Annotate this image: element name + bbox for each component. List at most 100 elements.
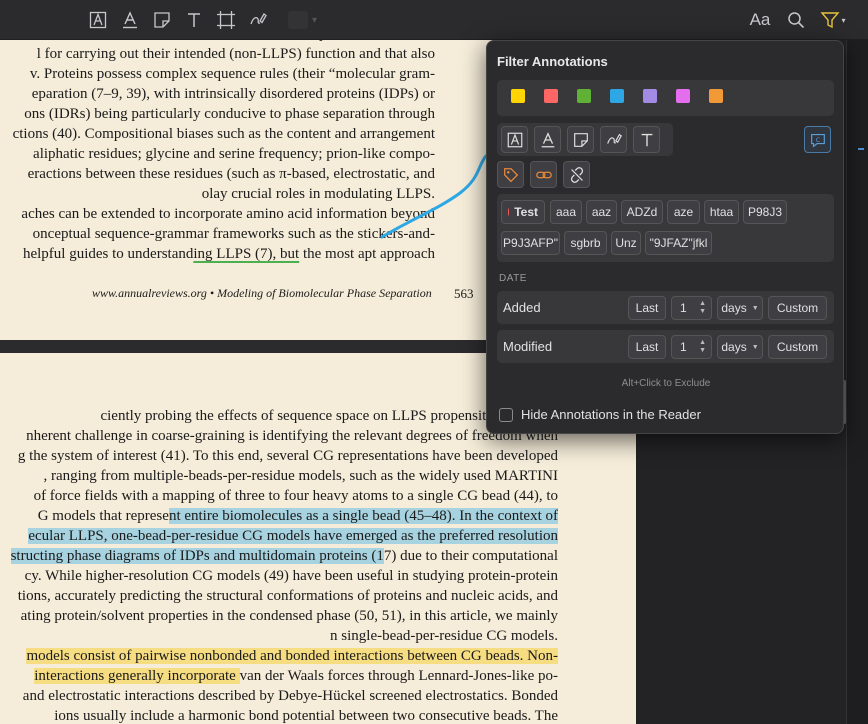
- note-icon[interactable]: [151, 9, 173, 31]
- added-label: Added: [503, 300, 541, 315]
- color-filter-swatch[interactable]: [511, 89, 525, 103]
- color-filter-swatch[interactable]: [610, 89, 624, 103]
- text-line: olay crucial roles in modulating LLPS.: [202, 186, 435, 203]
- text-line: ctions (40). Compositional biases such a…: [13, 126, 435, 143]
- ink-icon[interactable]: [600, 126, 627, 153]
- note-icon[interactable]: [567, 126, 594, 153]
- line-text: olay crucial roles in modulating LLPS.: [201, 186, 435, 202]
- tag-filter-chip[interactable]: ADZd: [621, 200, 663, 224]
- svg-text:C: C: [815, 136, 820, 143]
- tag-label: sgbrb: [570, 236, 601, 250]
- highlight-annotation[interactable]: ecular LLPS, one-bead-per-residue CG mod…: [28, 528, 558, 544]
- modified-count-input[interactable]: 1 ▲ ▼: [671, 335, 712, 359]
- line-text: l for carrying out their intended (non-L…: [36, 46, 435, 62]
- underline-annotation[interactable]: ing LLPS (7), but: [193, 246, 299, 262]
- text-line: eractions between these residues (such a…: [28, 166, 435, 183]
- tag-filter-chip[interactable]: aaa: [550, 200, 582, 224]
- highlight-annotation[interactable]: models consist of pairwise nonbonded and…: [26, 648, 558, 664]
- text-line: helpful guides to understanding LLPS (7)…: [23, 246, 435, 263]
- tag-color-dot: [508, 208, 510, 216]
- area-select-icon[interactable]: [215, 9, 237, 31]
- link-icon[interactable]: [530, 161, 557, 188]
- highlight-annotation[interactable]: nt entire biomolecules as a single bead …: [168, 508, 558, 524]
- filter-popup: Filter Annotations C Test aaa aaz ADZd aze ht…: [486, 40, 844, 434]
- text-line: , ranging from multiple-beads-per-residu…: [43, 468, 558, 485]
- chevron-down-icon: ▾: [312, 14, 318, 26]
- color-filter-group: [497, 80, 834, 116]
- color-filter-swatch[interactable]: [643, 89, 657, 103]
- hide-annotations-option[interactable]: Hide Annotations in the Reader: [499, 407, 701, 422]
- text-line: nherent challenge in coarse-graining is …: [26, 428, 558, 445]
- tag-icon[interactable]: [497, 161, 524, 188]
- tag-filter-chip[interactable]: P9J3AFP": [501, 231, 560, 255]
- line-text: ons (IDRs) being particularly conducive …: [24, 106, 435, 122]
- line-text: n single-bead-per-residue CG models.: [330, 628, 558, 644]
- hide-annotations-label: Hide Annotations in the Reader: [521, 407, 701, 422]
- underline-text-icon[interactable]: [534, 126, 561, 153]
- tag-label: aze: [673, 205, 694, 219]
- line-text: 7) due to their computational: [383, 548, 558, 564]
- text-line: v. Proteins possess complex sequence rul…: [30, 66, 435, 83]
- color-filter-swatch[interactable]: [577, 89, 591, 103]
- line-text: onceptual sequence-grammar frameworks su…: [32, 226, 435, 242]
- text-line: and electrostatic interactions described…: [23, 688, 558, 705]
- modified-unit-value: days: [721, 340, 747, 354]
- tag-filter-chip[interactable]: Unz: [611, 231, 641, 255]
- text-line: eparation (7–9, 39), with intrinsically …: [32, 86, 435, 103]
- added-last-button[interactable]: Last: [628, 296, 666, 320]
- modified-unit-select[interactable]: days ▼: [717, 335, 763, 359]
- added-count-input[interactable]: 1 ▲ ▼: [671, 296, 712, 320]
- tag-label: Test: [514, 205, 538, 219]
- tag-label: aaz: [591, 205, 612, 219]
- text-line: g the system of interest (41). To this e…: [18, 448, 558, 465]
- spinner-icon[interactable]: ▲ ▼: [699, 339, 706, 355]
- highlight-text-icon[interactable]: [87, 9, 109, 31]
- text-line: aliphatic residues; glycine and serine f…: [33, 146, 435, 163]
- line-text: ions usually include a harmonic bond pot…: [54, 708, 558, 724]
- filter-icon[interactable]: ▾: [818, 9, 848, 31]
- text-line: n single-bead-per-residue CG models.: [330, 628, 558, 645]
- text-icon[interactable]: [183, 9, 205, 31]
- underline-text-icon[interactable]: [119, 9, 141, 31]
- tag-filter-chip[interactable]: aaz: [586, 200, 617, 224]
- text-line: interactions generally incorporate van d…: [34, 668, 558, 685]
- highlight-text-icon[interactable]: [501, 126, 528, 153]
- page-footer: www.annualreviews.org • Modeling of Biom…: [92, 286, 432, 300]
- annotation-marker: [858, 148, 864, 150]
- tag-filter-chip[interactable]: htaa: [704, 200, 739, 224]
- tag-filter-chip[interactable]: "9JFAZ"jfkl: [645, 231, 712, 255]
- tag-filter-chip[interactable]: P98J3: [743, 200, 787, 224]
- hide-annotations-checkbox[interactable]: [499, 407, 513, 422]
- modified-last-button[interactable]: Last: [628, 335, 666, 359]
- highlight-annotation[interactable]: interactions generally incorporate: [34, 668, 240, 684]
- line-text: tions, accurately predicting the structu…: [17, 588, 558, 604]
- search-icon[interactable]: [785, 9, 807, 31]
- added-custom-button[interactable]: Custom: [768, 296, 827, 320]
- appearance-icon[interactable]: Aa: [748, 9, 772, 31]
- tag-filter-chip[interactable]: sgbrb: [564, 231, 607, 255]
- right-strip: [846, 40, 868, 724]
- spinner-icon[interactable]: ▲ ▼: [699, 300, 706, 316]
- text-line: ating protein/solvent properties in the …: [21, 608, 558, 625]
- color-filter-swatch[interactable]: [544, 89, 558, 103]
- tag-filter-chip[interactable]: aze: [667, 200, 700, 224]
- added-unit-select[interactable]: days ▼: [717, 296, 763, 320]
- chevron-down-icon: ▾: [841, 15, 846, 25]
- modified-custom-button[interactable]: Custom: [768, 335, 827, 359]
- color-filter-swatch[interactable]: [709, 89, 723, 103]
- comment-icon[interactable]: C: [804, 126, 831, 153]
- highlight-annotation[interactable]: structing phase diagrams of IDPs and mul…: [10, 548, 384, 564]
- text-line: onceptual sequence-grammar frameworks su…: [33, 226, 435, 243]
- added-date-row: Added Last 1 ▲ ▼ days ▼ Custom: [497, 291, 834, 324]
- tag-filter-group: Test aaa aaz ADZd aze htaa P98J3 P9J3AFP" sgbrb U…: [497, 194, 834, 262]
- added-count-value: 1: [680, 301, 687, 315]
- text-icon[interactable]: [633, 126, 660, 153]
- line-text: , ranging from multiple-beads-per-residu…: [43, 468, 558, 484]
- unlink-icon[interactable]: [563, 161, 590, 188]
- ink-icon[interactable]: [247, 9, 269, 31]
- type-filter-group: [497, 123, 673, 156]
- tag-filter-chip[interactable]: Test: [501, 200, 545, 224]
- line-text: van der Waals forces through Lennard-Jon…: [239, 668, 558, 684]
- color-filter-swatch[interactable]: [676, 89, 690, 103]
- added-unit-value: days: [721, 301, 747, 315]
